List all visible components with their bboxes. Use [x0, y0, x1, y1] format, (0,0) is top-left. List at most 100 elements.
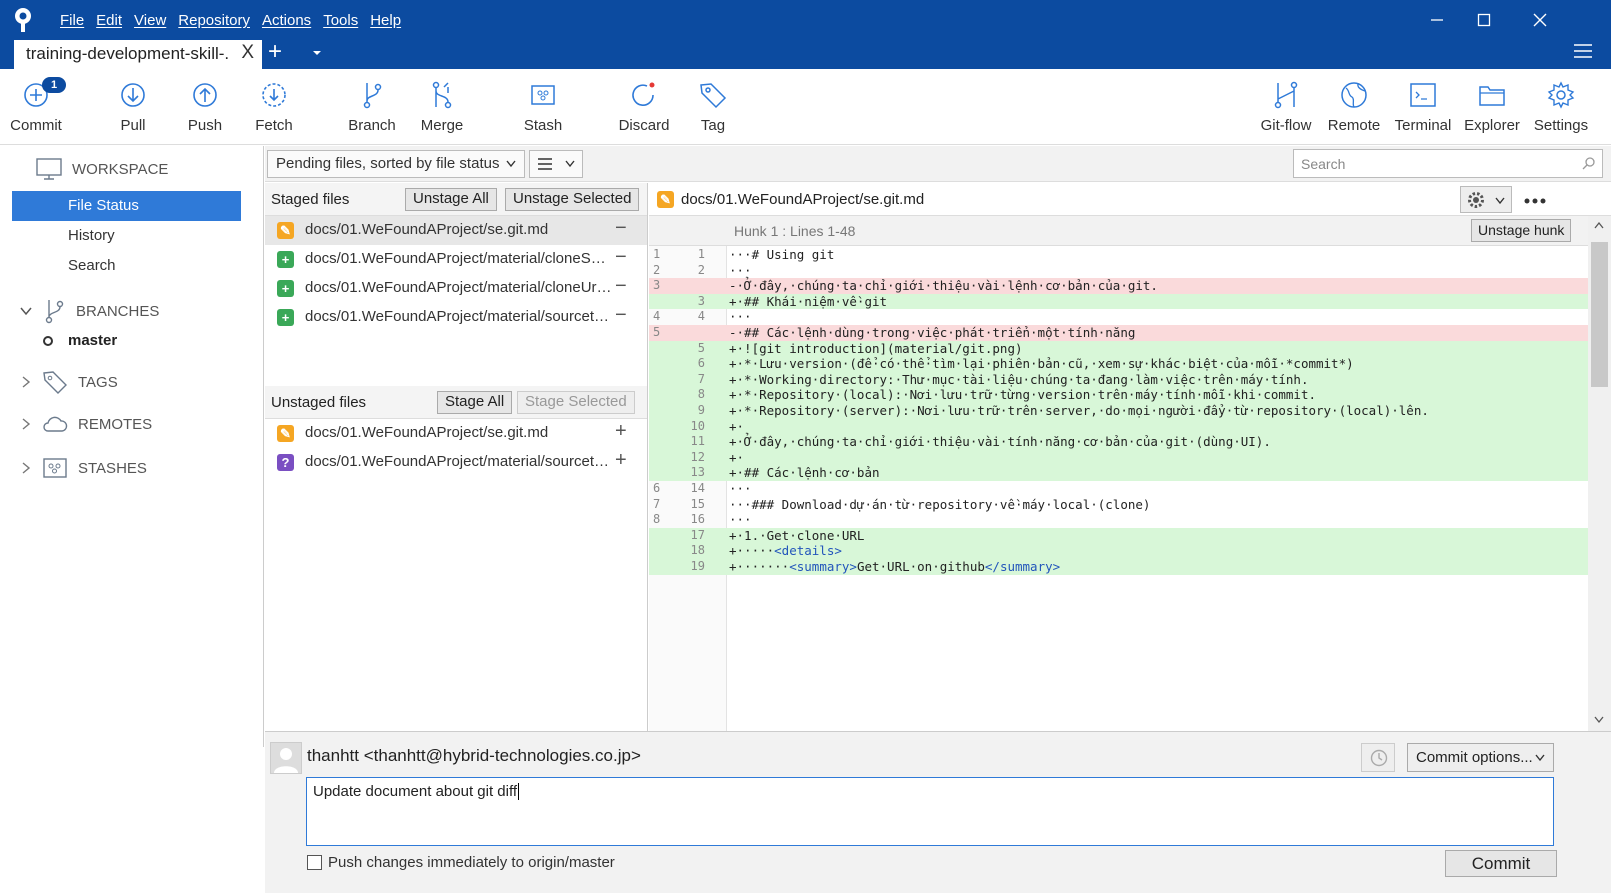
unstage-file-icon[interactable]: −	[615, 246, 627, 269]
maximize-icon	[1477, 13, 1491, 27]
checkbox-box[interactable]	[307, 855, 322, 870]
repo-tab[interactable]: training-development-skill-. X	[14, 40, 262, 69]
terminal-button[interactable]: Terminal	[1392, 69, 1454, 145]
stash-button[interactable]: Stash	[513, 69, 573, 145]
settings-label: Settings	[1533, 117, 1589, 134]
file-row[interactable]: + docs/01.WeFoundAProject/material/cloneS…	[265, 245, 647, 274]
diff-line-text: +·Ở·đây,·chúng·ta·chỉ·giới·thiệu·vài·tín…	[729, 434, 1271, 450]
menu-actions[interactable]: Actions	[256, 10, 317, 31]
modified-file-icon: ✎	[277, 425, 294, 442]
tag-button[interactable]: Tag	[693, 69, 733, 145]
unstage-file-icon[interactable]: −	[615, 304, 627, 327]
pull-button[interactable]: Pull	[108, 69, 158, 145]
diff-line: 4 4 ···	[649, 309, 1588, 325]
diff-line: 3 -·Ở·đây,·chúng·ta·chỉ·giới·thiệu·vài·lệ…	[649, 278, 1588, 294]
modified-file-icon: ✎	[657, 191, 674, 208]
remote-label: Remote	[1327, 117, 1381, 134]
view-mode-dropdown[interactable]	[529, 150, 583, 178]
sidebar-remotes-header[interactable]: REMOTES	[20, 414, 152, 434]
file-row[interactable]: + docs/01.WeFoundAProject/material/cloneU…	[265, 274, 647, 303]
unstage-file-icon[interactable]: −	[615, 217, 627, 240]
sidebar-item-history[interactable]: History	[12, 221, 241, 251]
file-row[interactable]: ✎ docs/01.WeFoundAProject/se.git.md +	[265, 419, 647, 448]
more-options-icon[interactable]	[1524, 198, 1546, 204]
stage-file-icon[interactable]: +	[615, 420, 627, 443]
sidebar-item-search[interactable]: Search	[12, 251, 241, 281]
chevron-down-icon	[506, 160, 516, 168]
merge-button[interactable]: Merge	[412, 69, 472, 145]
staged-files-title: Staged files	[271, 191, 350, 208]
fetch-label: Fetch	[255, 117, 293, 134]
menu-edit[interactable]: Edit	[90, 10, 128, 31]
diff-line-text: +·![git introduction](material/git.png)	[729, 340, 1023, 356]
file-name: docs/01.WeFoundAProject/material/sourcet…	[305, 453, 613, 470]
stage-file-icon[interactable]: +	[615, 449, 627, 472]
staged-files-pane: Staged files Unstage All Unstage Selecte…	[265, 183, 648, 386]
commit-history-button[interactable]	[1361, 743, 1395, 772]
unstage-hunk-button[interactable]: Unstage hunk	[1471, 219, 1572, 242]
diff-scrollbar[interactable]	[1588, 216, 1611, 731]
menu-file[interactable]: File	[54, 10, 90, 31]
discard-button[interactable]: Discard	[612, 69, 676, 145]
tag-label: Tag	[700, 117, 726, 134]
stage-all-button[interactable]: Stage All	[437, 391, 513, 414]
filter-bar: Pending files, sorted by file status Sea…	[265, 146, 1611, 182]
minimize-button[interactable]	[1423, 8, 1451, 32]
push-immediately-checkbox[interactable]: Push changes immediately to origin/maste…	[307, 854, 615, 871]
scroll-up-icon[interactable]	[1594, 222, 1604, 230]
sidebar-tags-header[interactable]: TAGS	[20, 370, 118, 394]
hamburger-menu-icon[interactable]	[1574, 44, 1592, 58]
file-sort-dropdown[interactable]: Pending files, sorted by file status	[267, 150, 525, 178]
file-row[interactable]: ? docs/01.WeFoundAProject/material/source…	[265, 448, 647, 477]
sidebar-item-file-status[interactable]: File Status	[12, 191, 241, 221]
commit-submit-button[interactable]: Commit	[1445, 850, 1557, 877]
diff-pane: ✎ docs/01.WeFoundAProject/se.git.md Hunk…	[649, 183, 1611, 731]
hunk-label: Hunk 1 : Lines 1-48	[734, 223, 856, 239]
diff-file-path: docs/01.WeFoundAProject/se.git.md	[681, 191, 925, 208]
remote-button[interactable]: Remote	[1326, 69, 1382, 145]
commit-options-dropdown[interactable]: Commit options...	[1407, 743, 1554, 772]
stage-selected-button[interactable]: Stage Selected	[517, 391, 635, 414]
tab-dropdown-icon[interactable]	[312, 48, 322, 58]
stashes-label: STASHES	[78, 459, 147, 477]
unstage-all-button[interactable]: Unstage All	[405, 188, 497, 211]
file-row[interactable]: + docs/01.WeFoundAProject/material/source…	[265, 303, 647, 332]
search-input[interactable]: Search	[1293, 149, 1603, 178]
menu-view[interactable]: View	[128, 10, 172, 31]
file-row[interactable]: ✎ docs/01.WeFoundAProject/se.git.md −	[265, 216, 647, 245]
clock-icon	[1370, 749, 1388, 767]
diff-options-dropdown[interactable]	[1460, 186, 1512, 213]
git-flow-button[interactable]: Git-flow	[1254, 69, 1318, 145]
unstage-selected-button[interactable]: Unstage Selected	[505, 188, 640, 211]
new-line-number: 3	[697, 293, 705, 308]
menu-help[interactable]: Help	[364, 10, 407, 31]
scrollbar-thumb[interactable]	[1591, 242, 1608, 387]
menu-repository[interactable]: Repository	[172, 10, 256, 31]
menu-tools[interactable]: Tools	[317, 10, 364, 31]
diff-line-text: +·	[729, 418, 745, 434]
search-placeholder: Search	[1301, 156, 1346, 172]
new-tab-icon[interactable]: +	[268, 40, 282, 64]
fetch-button[interactable]: Fetch	[246, 69, 302, 145]
scroll-down-icon[interactable]	[1594, 716, 1604, 724]
sidebar-branches-header[interactable]: BRANCHES	[20, 298, 159, 324]
new-line-number: 4	[697, 309, 705, 324]
close-window-button[interactable]	[1526, 8, 1554, 32]
explorer-button[interactable]: Explorer	[1462, 69, 1522, 145]
unstaged-files-header: Unstaged files Stage All Stage Selected	[265, 386, 647, 419]
diff-line-text: ···	[729, 512, 752, 528]
chevron-down-icon	[1535, 754, 1545, 762]
file-sort-label: Pending files, sorted by file status	[276, 155, 500, 172]
commit-label: Commit	[10, 117, 62, 134]
commit-message-input[interactable]: Update document about git diff	[306, 777, 1554, 846]
unstage-file-icon[interactable]: −	[615, 275, 627, 298]
tab-close-icon[interactable]: X	[241, 42, 254, 64]
sidebar-stashes-header[interactable]: STASHES	[20, 457, 147, 479]
maximize-button[interactable]	[1470, 8, 1498, 32]
branch-button[interactable]: Branch	[342, 69, 402, 145]
diff-line-text: ···	[729, 481, 752, 496]
settings-button[interactable]: Settings	[1530, 69, 1592, 145]
diff-line: 1 1 ···# Using git	[649, 247, 1588, 263]
branch-item-master[interactable]: master	[42, 332, 117, 349]
push-button[interactable]: Push	[180, 69, 230, 145]
